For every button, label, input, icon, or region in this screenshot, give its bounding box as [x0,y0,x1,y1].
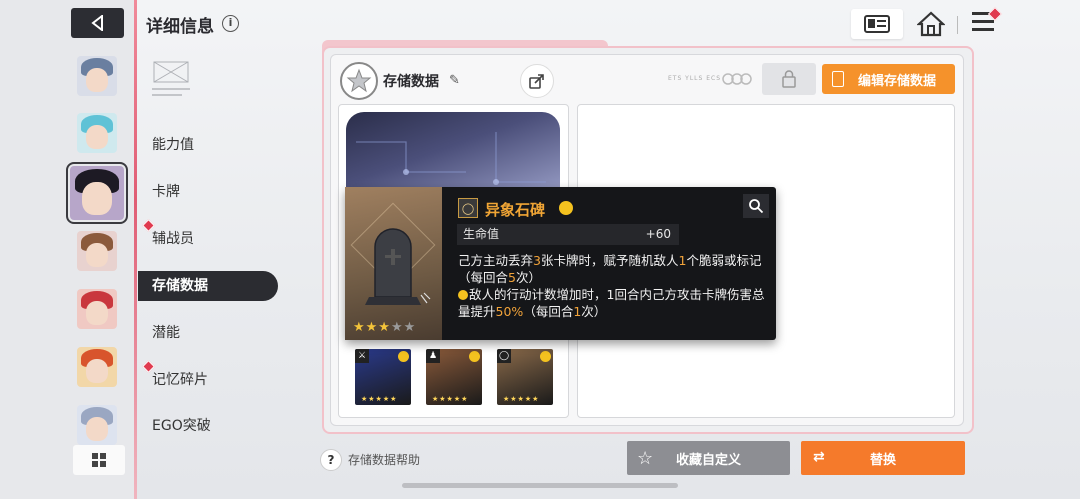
edit-storage-button[interactable]: 编辑存储数据 [822,64,955,94]
nav-item-3[interactable]: 存储数据 [138,271,278,301]
home-icon [916,11,946,37]
logo-decoration [148,58,194,102]
share-icon [529,74,544,89]
fav-label: 收藏自定义 [675,452,741,468]
nav-item-6[interactable]: EGO突破 [138,411,278,441]
armor-icon: ♟ [426,349,440,363]
sun-icon [398,351,409,362]
desc-line-1: 己方主动丢弃3张卡牌时，赋予随机敌人1个脆弱或标记（每回合5次） [458,253,762,285]
lock-button[interactable] [762,63,816,95]
star-badge-icon [346,68,372,93]
stat-label: 生命值 [463,227,500,241]
nav-item-5[interactable]: 记忆碎片 [138,365,278,395]
help-icon: ? [320,449,342,471]
star-outline-icon: ☆ [637,448,654,469]
ring-icon: ◯ [497,349,511,363]
profile-card-button[interactable] [851,9,903,39]
desc-line-2: 敌人的行动计数增加时，1回合内己方攻击卡牌伤害总量提升50%（每回合1次） [458,287,765,319]
edit-icon [832,71,844,87]
relic-name: 异象石碑 [485,201,546,219]
header-separator [957,16,958,34]
lock-icon [782,70,796,88]
home-indicator [402,483,678,488]
replace-button[interactable]: ⇄ 替换 [801,441,965,475]
search-icon [749,199,764,214]
tooltip-stars: ★★★★★ [353,320,417,335]
strip-divider [134,0,137,499]
edit-storage-label: 编辑存储数据 [858,73,937,89]
tooltip-relic-image [345,187,442,340]
search-button[interactable] [743,194,769,218]
swap-icon: ⇄ [813,449,825,465]
relic-stars: ★★★★★ [432,395,469,403]
rings-decoration [720,71,754,85]
stat-value: +60 [645,227,671,241]
relic-stars: ★★★★★ [361,395,398,403]
avatar-2[interactable] [77,113,117,153]
nav-item-2[interactable]: 辅战员 [138,224,278,254]
grid-icon [92,453,106,467]
tombstone-icon [365,228,431,305]
help-link[interactable]: ? 存储数据帮助 [320,449,420,471]
sun-icon [540,351,551,362]
pencil-icon[interactable]: ✎ [449,73,460,88]
tiny-text: ETS YLLS ECS [668,75,722,82]
grid-view-button[interactable] [73,445,125,475]
relic-slot[interactable]: ⚔ ★★★★★ [355,349,411,405]
nav-item-4[interactable]: 潜能 [138,318,278,348]
help-label: 存储数据帮助 [348,453,421,467]
page-title: 详细信息 [146,17,214,37]
back-button[interactable] [71,8,124,38]
avatar-3[interactable] [66,162,128,224]
avatar-1[interactable] [77,56,117,96]
nav-item-1[interactable]: 卡牌 [138,177,278,207]
sun-icon [469,351,480,362]
avatar-7[interactable] [77,405,117,445]
share-button[interactable] [520,64,554,98]
home-button[interactable] [916,10,946,38]
avatar-6[interactable] [77,347,117,387]
sun-icon-inline [458,290,468,300]
favorite-custom-button[interactable]: ☆ 收藏自定义 [627,441,790,475]
sword-icon: ⚔ [355,349,369,363]
stat-row: 生命值 +60 [457,224,679,245]
relic-slot[interactable]: ◯ ★★★★★ [497,349,553,405]
ring-icon: ◯ [458,198,478,218]
relic-description: 己方主动丢弃3张卡牌时，赋予随机敌人1个脆弱或标记（每回合5次） 敌人的行动计数… [458,252,768,320]
avatar-4[interactable] [77,231,117,271]
avatar-5[interactable] [77,289,117,329]
sun-icon [559,201,573,215]
replace-label: 替换 [869,452,896,468]
storage-badge [340,62,378,100]
relic-stars: ★★★★★ [503,395,540,403]
nav-item-0[interactable]: 能力值 [138,130,278,160]
relic-slot[interactable]: ♟ ★★★★★ [426,349,482,405]
info-icon[interactable]: i [222,15,239,32]
id-card-icon [864,15,890,33]
back-arrow-icon [90,15,103,31]
storage-title: 存储数据 [383,74,439,90]
